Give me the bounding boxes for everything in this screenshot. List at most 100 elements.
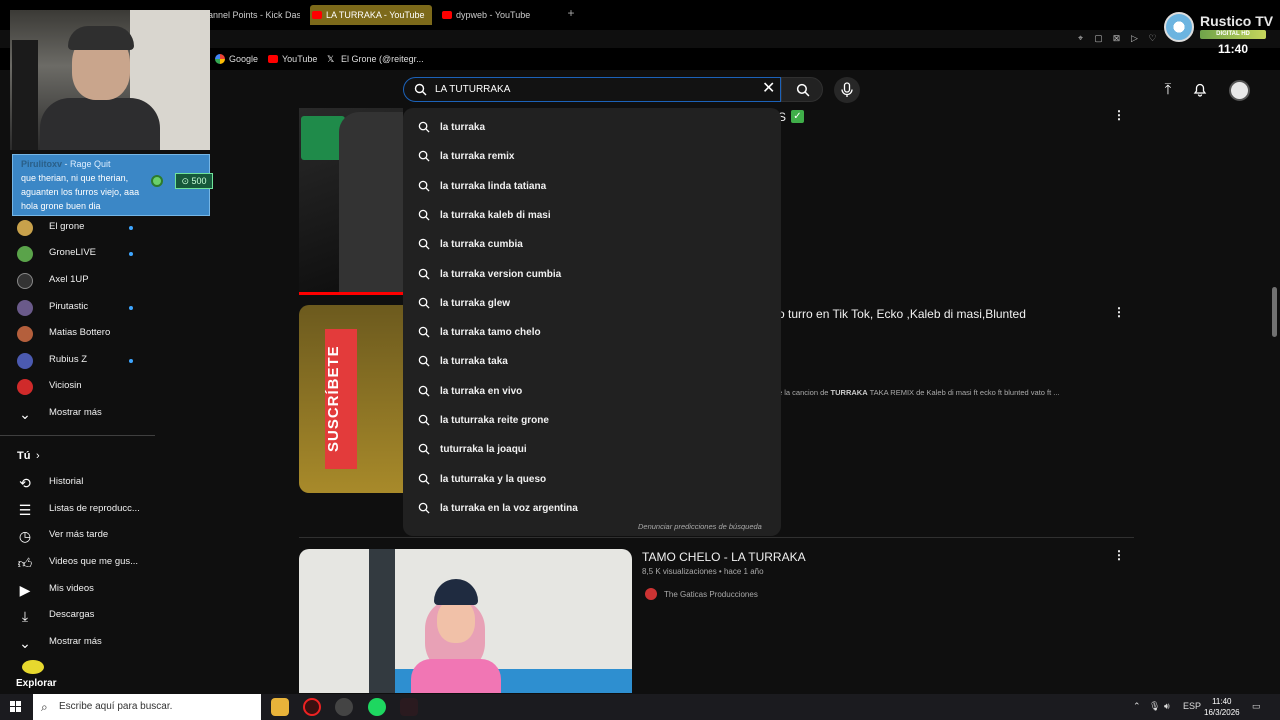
suggestion-text: la turraka version cumbia (440, 268, 562, 280)
channel-avatar[interactable] (645, 588, 657, 600)
pin-icon[interactable]: ⌖ (1074, 32, 1087, 44)
shield-icon[interactable]: ⊠ (1110, 32, 1123, 44)
microphone-icon[interactable]: 🎙︎ (1149, 701, 1160, 712)
thumbs-up-icon: 👍︎ (17, 555, 33, 571)
search-suggestion[interactable]: la turraka remix (403, 140, 781, 169)
live-indicator (129, 226, 133, 230)
search-suggestion[interactable]: la turraka tamo chelo (403, 316, 781, 345)
account-avatar[interactable] (1229, 80, 1250, 101)
sidebar-item-liked-videos[interactable]: 👍︎ Videos que me gus... (0, 549, 155, 575)
voice-search-button[interactable] (834, 77, 860, 103)
search-input[interactable]: LA TUTURRAKA ✕ (403, 77, 781, 102)
tab-la-turraka[interactable]: LA TURRAKA - YouTube (310, 5, 432, 25)
taskbar-clock[interactable]: 11:40 16/3/2026 (1204, 696, 1240, 718)
suggestion-text: la turraka en la voz argentina (440, 502, 578, 514)
explore-heading[interactable]: Explorar (16, 678, 57, 689)
points-icon (151, 175, 163, 187)
video-description: e la cancion de TURRAKA TAKA REMIX de Ka… (778, 388, 1060, 397)
more-options-icon[interactable]: ⋮ (1113, 548, 1125, 562)
search-icon (418, 268, 430, 280)
sidebar-item-pirutastic[interactable]: Pirutastic (0, 294, 155, 320)
tab-dypweb[interactable]: dypweb - YouTube (440, 5, 558, 25)
tab-label: annel Points - Kick Das (208, 10, 300, 20)
search-suggestion[interactable]: la tuturraka reite grone (403, 404, 781, 433)
search-suggestion[interactable]: la tuturraka y la queso (403, 463, 781, 492)
search-suggestion[interactable]: la turraka en vivo (403, 375, 781, 404)
file-explorer-icon[interactable] (271, 698, 289, 716)
bookmark-google[interactable]: Google (215, 54, 258, 64)
opera-icon[interactable] (303, 698, 321, 716)
bookmark-label: Google (229, 54, 259, 64)
live-indicator (129, 359, 133, 363)
screenshot-icon[interactable]: ▢ (1092, 32, 1105, 44)
sidebar-item-gronelive[interactable]: GroneLIVE (0, 240, 155, 266)
search-button[interactable] (781, 77, 823, 102)
search-suggestion[interactable]: la turraka glew (403, 287, 781, 316)
video-thumbnail[interactable]: SUSCRÍBETE (299, 305, 403, 493)
sidebar-item-my-videos[interactable]: ▶ Mis videos (0, 576, 155, 602)
search-suggestion[interactable]: la turraka kaleb di masi (403, 199, 781, 228)
video-title[interactable]: TAMO CHELO - LA TURRAKA (642, 550, 806, 564)
bookmark-el-grone[interactable]: 𝕏 El Grone (@reitegr... (327, 54, 424, 64)
notifications-icon[interactable]: ▭ (1252, 701, 1261, 712)
suggestion-text: la turraka remix (440, 151, 515, 163)
spotify-icon[interactable] (368, 698, 386, 716)
avatar (17, 353, 33, 369)
play-icon[interactable]: ▷ (1128, 32, 1141, 44)
video-thumbnail[interactable] (299, 549, 632, 693)
search-suggestion[interactable]: la turraka cumbia (403, 228, 781, 257)
sidebar-item-playlists[interactable]: ☰ Listas de reproducc... (0, 496, 155, 522)
suggestion-text: la turraka linda tatiana (440, 180, 547, 192)
suggestion-text: la turraka cumbia (440, 239, 523, 251)
tab-kick[interactable]: annel Points - Kick Das (196, 5, 300, 25)
overlay-clock: 11:40 (1218, 42, 1249, 56)
notifications-bell-icon[interactable] (1191, 81, 1209, 99)
search-icon (418, 238, 430, 250)
video-thumbnail[interactable] (299, 108, 403, 295)
bookmark-youtube[interactable]: YouTube (268, 54, 317, 64)
sidebar-item-el-grone[interactable]: El grone (0, 214, 155, 240)
you-section-heading[interactable]: Tú (17, 450, 30, 462)
more-options-icon[interactable]: ⋮ (1113, 305, 1125, 319)
video-title[interactable]: o turro en Tik Tok, Ecko ,Kaleb di masi,… (778, 307, 1026, 321)
new-tab-button[interactable]: + (565, 7, 577, 20)
channel-name[interactable]: The Gaticas Producciones (664, 590, 758, 599)
windows-start-icon[interactable] (10, 701, 22, 713)
search-query[interactable]: LA TUTURRAKA (435, 84, 510, 95)
search-suggestion[interactable]: la turraka linda tatiana (403, 170, 781, 199)
app-icon[interactable] (400, 698, 418, 716)
obs-icon[interactable] (335, 698, 353, 716)
search-suggestion[interactable]: la turraka en la voz argentina (403, 492, 781, 521)
sidebar-show-more-you[interactable]: ⌄ Mostrar más (0, 629, 155, 655)
sidebar-item-axel-1up[interactable]: Axel 1UP (0, 267, 155, 293)
search-suggestion[interactable]: la turraka (403, 111, 781, 140)
sidebar-item-viciosin[interactable]: Viciosin (0, 373, 155, 399)
suggestion-text: la tuturraka y la queso (440, 473, 547, 485)
avatar (17, 273, 33, 289)
clear-search-icon[interactable]: ✕ (762, 81, 775, 97)
report-predictions-link[interactable]: Denunciar predicciones de búsqueda (638, 522, 762, 531)
upload-icon[interactable]: ⤒ (1159, 81, 1177, 99)
heart-icon[interactable]: ♡ (1146, 32, 1159, 44)
sidebar: El grone GroneLIVE Axel 1UP Pirutastic M… (0, 214, 155, 694)
search-suggestion[interactable]: tuturraka la joaqui (403, 433, 781, 462)
tab-label: LA TURRAKA - YouTube (326, 10, 425, 20)
sidebar-show-more-subscriptions[interactable]: ⌄ Mostrar más (0, 400, 155, 426)
sidebar-item-watch-later[interactable]: ◷ Ver más tarde (0, 522, 155, 548)
chevron-up-icon[interactable]: ⌃ (1133, 701, 1141, 712)
more-options-icon[interactable]: ⋮ (1113, 108, 1125, 122)
search-suggestion[interactable]: la turraka taka (403, 345, 781, 374)
page-scrollbar[interactable] (1272, 287, 1277, 337)
search-suggestions-dropdown: la turraka la turraka remix la turraka lin… (403, 108, 781, 536)
sidebar-item-rubius-z[interactable]: Rubius Z (0, 347, 155, 373)
sidebar-item-historial[interactable]: ⟲ Historial (0, 469, 155, 495)
taskbar-search-input[interactable]: ⌕ Escribe aquí para buscar. (33, 694, 261, 720)
sidebar-item-downloads[interactable]: ⤓ Descargas (0, 602, 155, 628)
chevron-right-icon[interactable]: › (36, 450, 40, 462)
search-suggestion[interactable]: la turraka version cumbia (403, 258, 781, 287)
youtube-icon (312, 11, 322, 19)
language-indicator[interactable]: ESP (1183, 701, 1201, 711)
sidebar-item-matias-bottero[interactable]: Matias Bottero (0, 320, 155, 346)
volume-icon[interactable]: 🔊︎ (1164, 701, 1170, 712)
extension-icons: ⌖ ▢ ⊠ ▷ ♡ (1074, 32, 1159, 44)
